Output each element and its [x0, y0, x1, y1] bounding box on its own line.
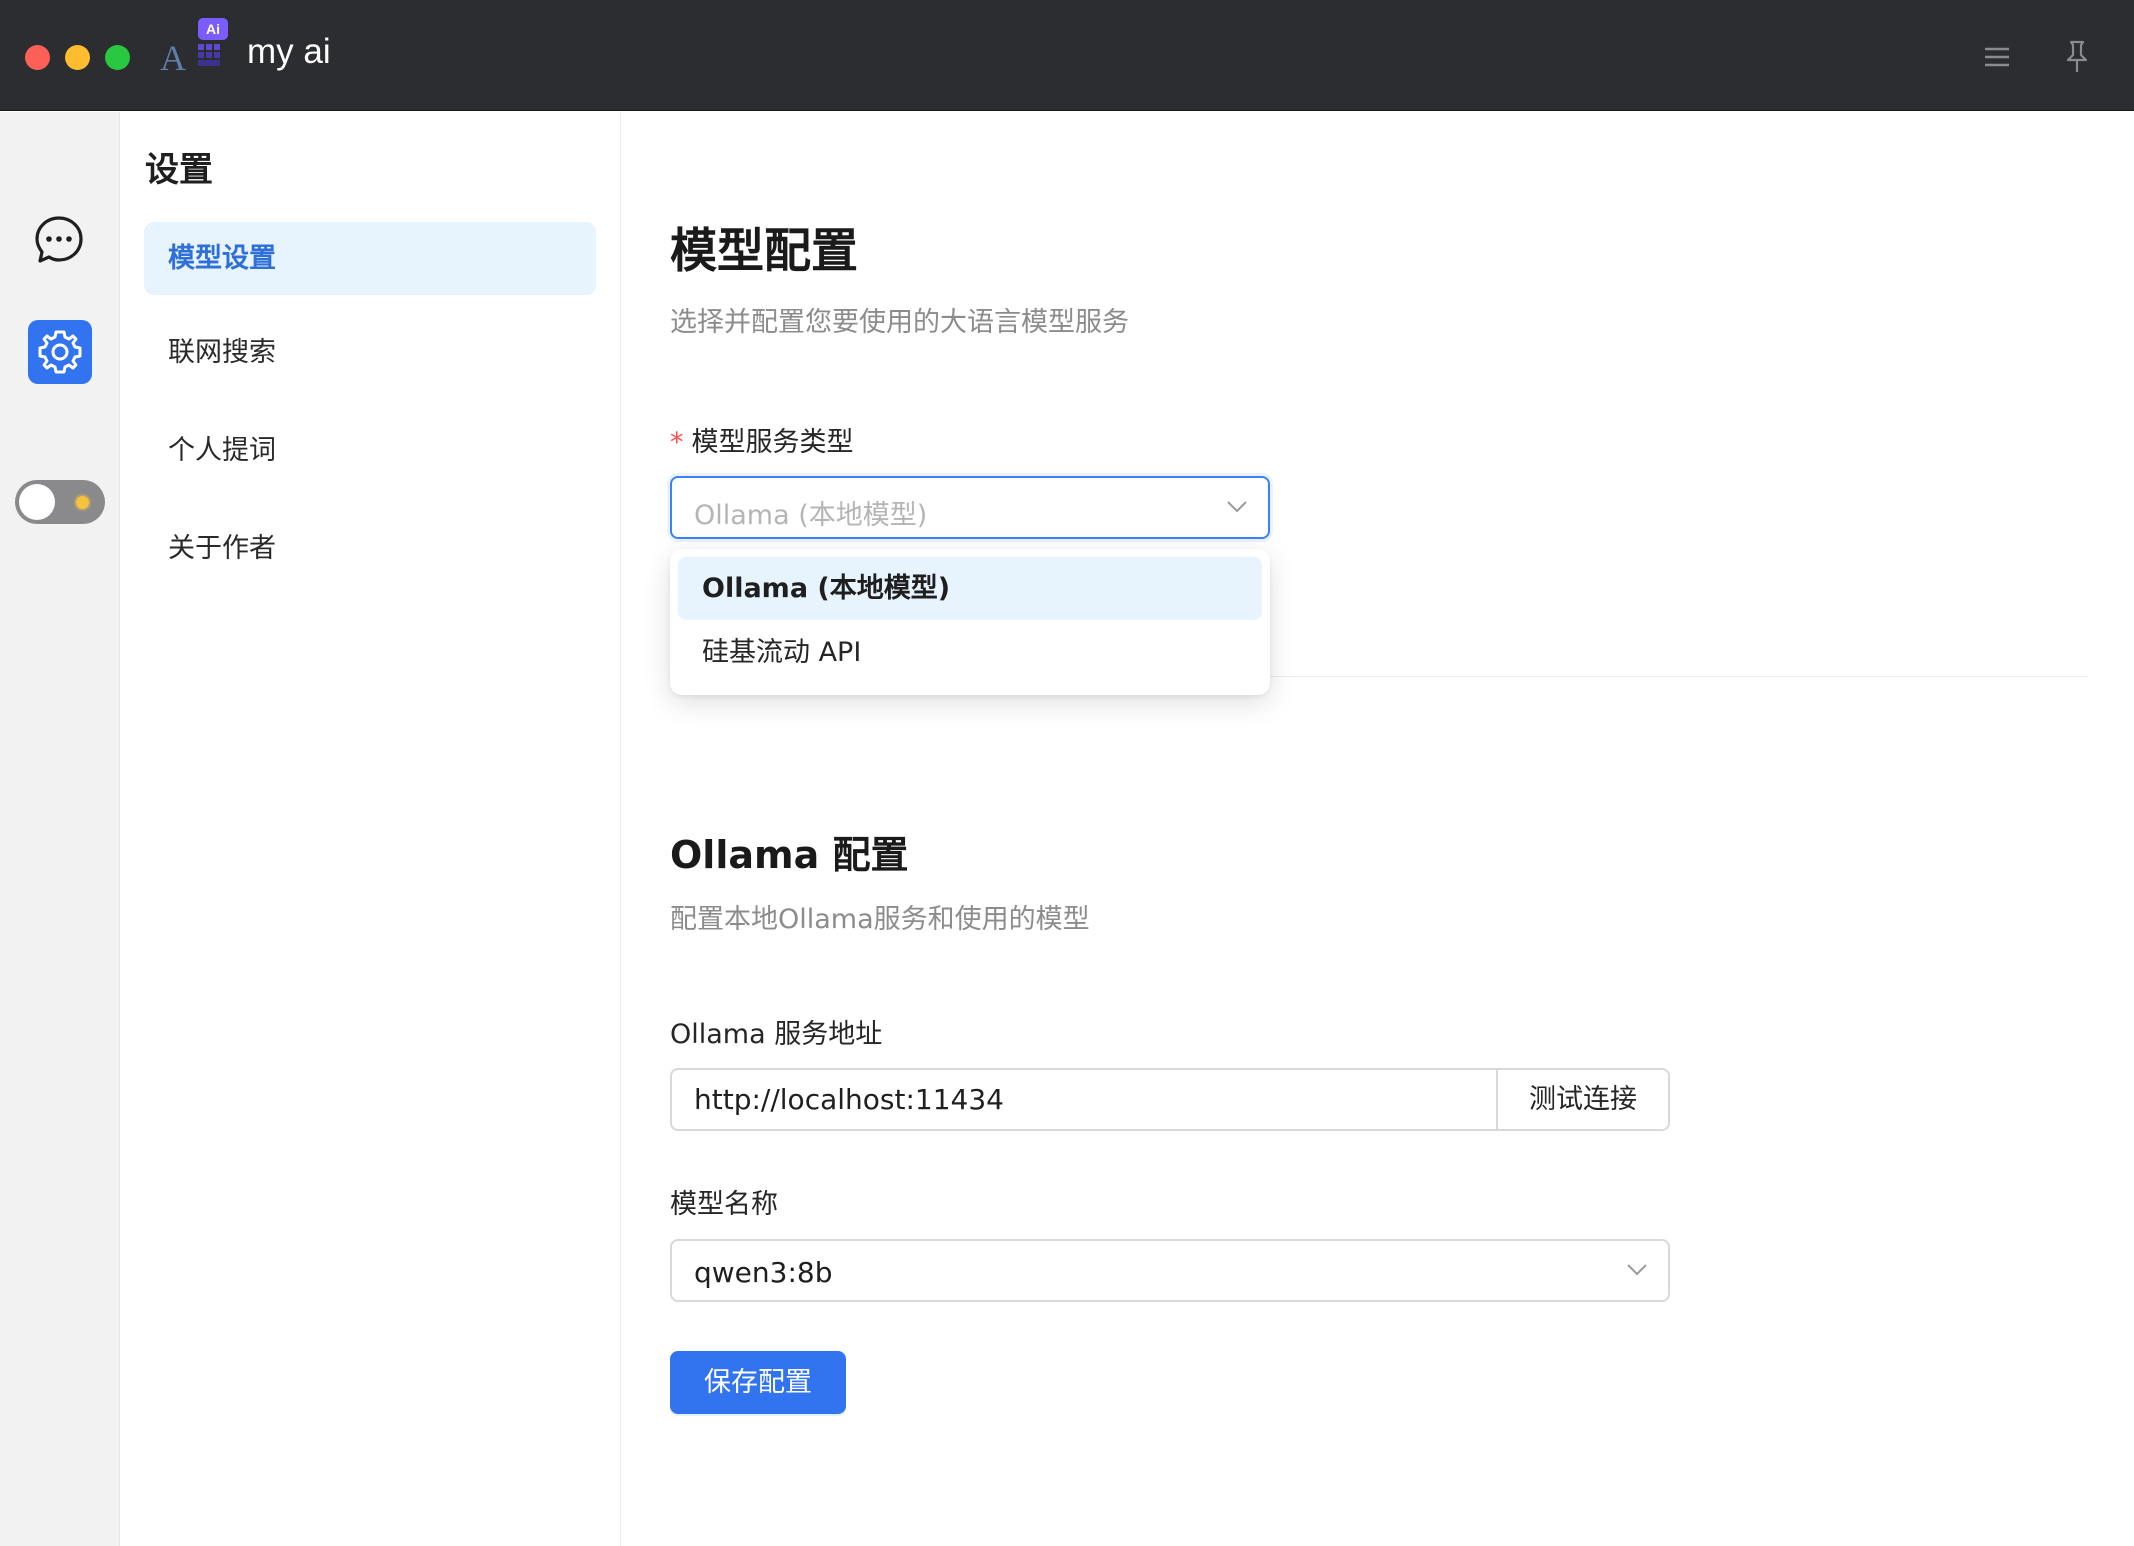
- dropdown-option-ollama[interactable]: Ollama (本地模型): [678, 557, 1262, 620]
- model-name-label: 模型名称: [670, 1189, 778, 1220]
- maximize-window-button[interactable]: [105, 45, 130, 70]
- toggle-knob: [19, 484, 55, 520]
- nav-item-web-search[interactable]: 联网搜索: [144, 316, 596, 389]
- nav-item-personal-prompts[interactable]: 个人提词: [144, 414, 596, 487]
- app-title: my ai: [247, 32, 331, 71]
- ollama-url-input[interactable]: [672, 1070, 1496, 1129]
- chevron-down-icon: [1227, 501, 1247, 513]
- dropdown-option-siliconflow[interactable]: 硅基流动 API: [678, 621, 1262, 684]
- test-connection-button[interactable]: 测试连接: [1496, 1070, 1668, 1129]
- ollama-url-label: Ollama 服务地址: [670, 1019, 883, 1050]
- ollama-url-group: 测试连接: [670, 1068, 1670, 1131]
- minimize-window-button[interactable]: [65, 45, 90, 70]
- model-name-select[interactable]: qwen3:8b: [670, 1239, 1670, 1302]
- nav-item-model-settings[interactable]: 模型设置: [144, 222, 596, 295]
- chevron-down-icon: [1627, 1264, 1647, 1276]
- page-title: 模型配置: [670, 224, 858, 279]
- service-type-dropdown: Ollama (本地模型) 硅基流动 API: [670, 549, 1270, 695]
- page-description: 选择并配置您要使用的大语言模型服务: [670, 307, 1129, 338]
- icon-rail: [0, 112, 120, 1546]
- settings-rail-button[interactable]: [28, 320, 92, 384]
- theme-toggle[interactable]: [15, 480, 105, 524]
- nav-item-about-author[interactable]: 关于作者: [144, 512, 596, 585]
- service-type-label-text: 模型服务类型: [691, 427, 854, 458]
- service-type-placeholder: Ollama (本地模型): [694, 500, 928, 531]
- gear-icon: [38, 330, 82, 374]
- sun-icon: [76, 496, 89, 509]
- ollama-section-title: Ollama 配置: [670, 833, 909, 877]
- main-content: 模型配置 选择并配置您要使用的大语言模型服务 * 模型服务类型 Ollama (本…: [622, 112, 2134, 1546]
- settings-nav: 设置 模型设置 联网搜索 个人提词 关于作者: [121, 112, 621, 1546]
- close-window-button[interactable]: [25, 45, 50, 70]
- save-config-button[interactable]: 保存配置: [670, 1351, 846, 1414]
- required-mark: *: [670, 427, 684, 458]
- app-logo-icon: A Ai: [160, 18, 228, 76]
- model-name-value: qwen3:8b: [694, 1256, 833, 1289]
- chat-bubble-icon[interactable]: [34, 215, 84, 265]
- svg-text:A: A: [160, 38, 186, 76]
- app-window: A Ai my ai 设置 模型设置 联网搜索 个人提词 关于作者 模型配置 选…: [0, 0, 2134, 1546]
- svg-text:Ai: Ai: [206, 21, 220, 37]
- title-bar: A Ai my ai: [0, 0, 2134, 111]
- service-type-label: * 模型服务类型: [670, 420, 854, 459]
- pin-icon[interactable]: [2057, 37, 2097, 77]
- ollama-section-description: 配置本地Ollama服务和使用的模型: [670, 904, 1090, 935]
- settings-nav-title: 设置: [145, 150, 213, 190]
- service-type-select[interactable]: Ollama (本地模型): [670, 476, 1270, 539]
- hamburger-menu-icon[interactable]: [1977, 37, 2017, 77]
